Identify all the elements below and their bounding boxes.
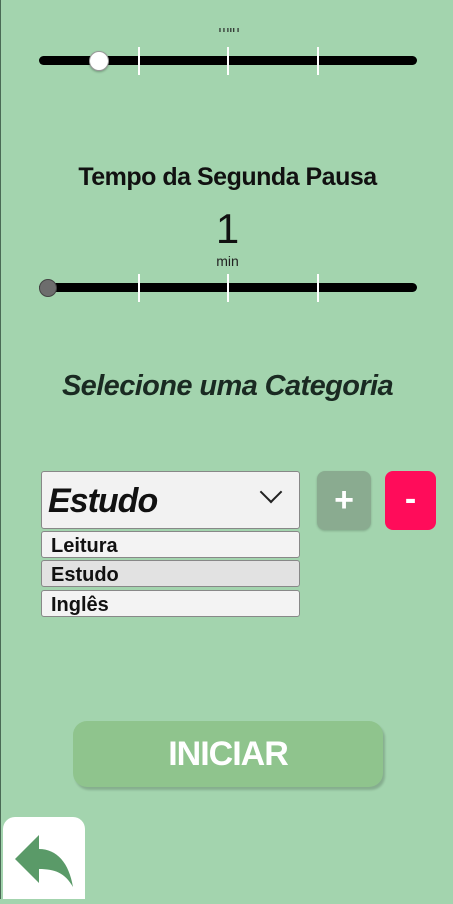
- slider-tick: [227, 47, 229, 75]
- first-slider-unit-label: min: [201, 28, 257, 40]
- second-pause-value: 1: [215, 205, 240, 252]
- slider-tick: [317, 47, 319, 75]
- category-option-leitura[interactable]: Leitura: [41, 531, 300, 558]
- category-option-estudo[interactable]: Estudo: [41, 560, 300, 587]
- back-arrow-icon: [15, 835, 73, 887]
- chevron-down-icon: [259, 480, 283, 504]
- slider-tick: [317, 274, 319, 302]
- remove-category-button[interactable]: -: [385, 471, 436, 530]
- category-title: Selecione uma Categoria: [61, 370, 394, 402]
- category-option-ingles[interactable]: Inglês: [41, 590, 300, 617]
- add-category-button[interactable]: +: [317, 471, 371, 530]
- back-button[interactable]: [3, 817, 85, 899]
- second-pause-unit: min: [216, 253, 239, 269]
- slider-tick: [227, 274, 229, 302]
- slider-tick: [138, 47, 140, 75]
- second-pause-slider[interactable]: [39, 274, 417, 302]
- slider-thumb[interactable]: [39, 279, 57, 297]
- slider-tick: [138, 274, 140, 302]
- slider-thumb[interactable]: [89, 51, 109, 71]
- second-pause-title: Tempo da Segunda Pausa: [78, 163, 377, 191]
- first-pause-slider[interactable]: [39, 47, 417, 75]
- category-selected-value: Estudo: [48, 482, 158, 520]
- start-button[interactable]: INICIAR: [73, 721, 383, 787]
- category-select[interactable]: Estudo: [41, 471, 300, 529]
